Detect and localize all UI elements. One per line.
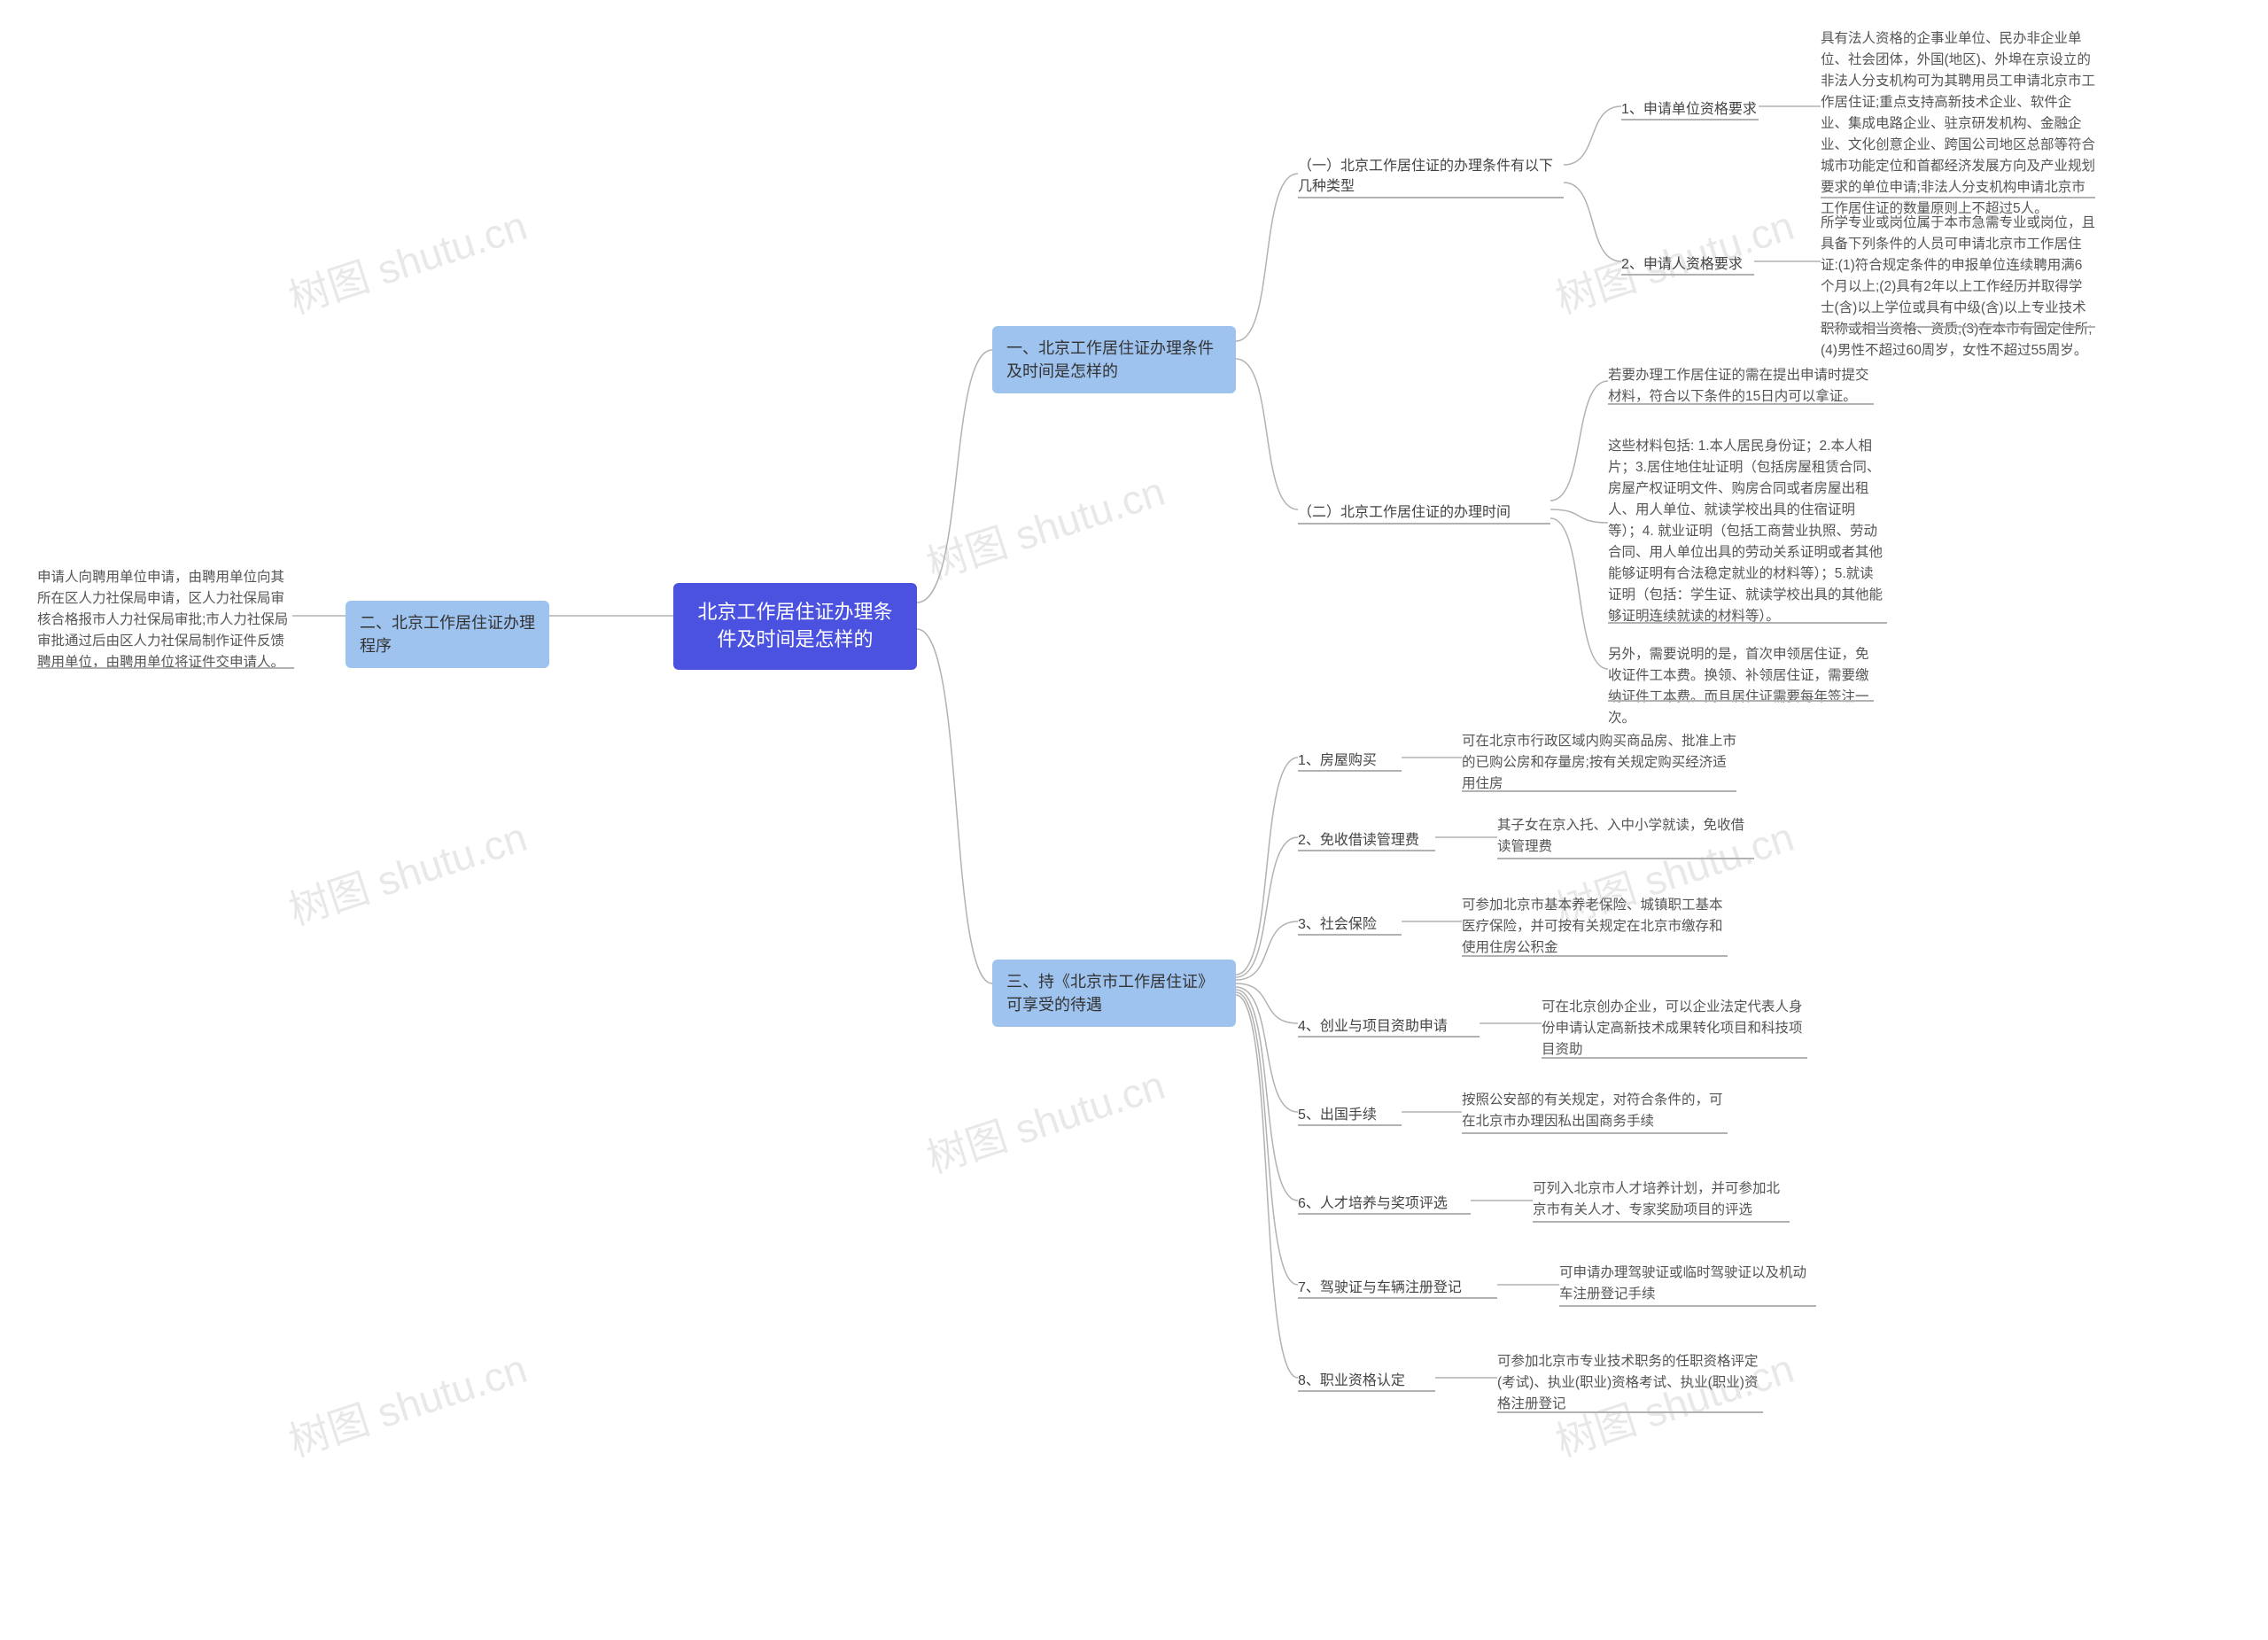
underline bbox=[1298, 1390, 1435, 1392]
underline bbox=[1621, 274, 1754, 276]
section2-node[interactable]: 二、北京工作居住证办理程序 bbox=[346, 601, 549, 668]
underline bbox=[1462, 955, 1728, 957]
watermark: 树图 shutu.cn bbox=[281, 805, 533, 937]
section3-node[interactable]: 三、持《北京市工作居住证》可享受的待遇 bbox=[992, 960, 1236, 1027]
underline bbox=[1559, 1305, 1816, 1307]
s3-i2-detail: 其子女在京入托、入中小学就读，免收借读管理费 bbox=[1497, 813, 1754, 859]
s3-i8-detail: 可参加北京市专业技术职务的任职资格评定(考试)、执业(职业)资格考试、执业(职业… bbox=[1497, 1349, 1763, 1417]
underline bbox=[1542, 1057, 1807, 1059]
underline bbox=[37, 667, 294, 669]
underline bbox=[1462, 1132, 1728, 1134]
s3-i1-detail: 可在北京市行政区域内购买商品房、批准上市的已购公房和存量房;按有关规定购买经济适… bbox=[1462, 729, 1736, 797]
underline bbox=[1298, 523, 1550, 525]
underline bbox=[1298, 197, 1564, 198]
underline bbox=[1298, 1297, 1497, 1299]
underline bbox=[1821, 197, 2095, 198]
s3-i6-detail: 可列入北京市人才培养计划，并可参加北京市有关人才、专家奖励项目的评选 bbox=[1533, 1177, 1790, 1223]
underline bbox=[1533, 1221, 1790, 1223]
root-node[interactable]: 北京工作居住证办理条件及时间是怎样的 bbox=[673, 583, 917, 670]
underline bbox=[1298, 1213, 1471, 1215]
underline bbox=[1298, 850, 1435, 851]
underline bbox=[1462, 790, 1736, 792]
section1-part1[interactable]: （一）北京工作居住证的办理条件有以下几种类型 bbox=[1298, 152, 1564, 200]
underline bbox=[1608, 622, 1887, 624]
section1-node[interactable]: 一、北京工作居住证办理条件及时间是怎样的 bbox=[992, 326, 1236, 393]
underline bbox=[1298, 1036, 1480, 1038]
s1p1-item1-detail: 具有法人资格的企事业单位、民办非企业单位、社会团体，外国(地区)、外埠在京设立的… bbox=[1821, 27, 2095, 222]
underline bbox=[1497, 858, 1754, 859]
s1p1-item2-detail: 所学专业或岗位属于本市急需专业或岗位，且具备下列条件的人员可申请北京市工作居住证… bbox=[1821, 211, 2095, 363]
underline bbox=[1497, 1411, 1763, 1413]
mindmap-canvas: 树图 shutu.cn 树图 shutu.cn 树图 shutu.cn 树图 s… bbox=[0, 0, 2268, 1640]
s3-i4-detail: 可在北京创办企业，可以企业法定代表人身份申请认定高新技术成果转化项目和科技项目资… bbox=[1542, 995, 1807, 1062]
watermark: 树图 shutu.cn bbox=[281, 194, 533, 326]
watermark: 树图 shutu.cn bbox=[919, 1053, 1171, 1185]
underline bbox=[1298, 770, 1402, 772]
underline bbox=[1821, 326, 2095, 328]
s1p2-detail2: 这些材料包括: 1.本人居民身份证；2.本人相片；3.居住地住址证明（包括房屋租… bbox=[1608, 434, 1883, 629]
s3-i3-detail: 可参加北京市基本养老保险、城镇职工基本医疗保险，并可按有关规定在北京市缴存和使用… bbox=[1462, 893, 1728, 960]
underline bbox=[1298, 934, 1402, 936]
s3-i5-detail: 按照公安部的有关规定，对符合条件的，可在北京市办理因私出国商务手续 bbox=[1462, 1088, 1728, 1134]
underline bbox=[1608, 700, 1874, 702]
watermark: 树图 shutu.cn bbox=[281, 1337, 533, 1469]
watermark: 树图 shutu.cn bbox=[919, 460, 1171, 592]
s1p2-detail3: 另外，需要说明的是，首次申领居住证，免收证件工本费。换领、补领居住证，需要缴纳证… bbox=[1608, 642, 1874, 731]
underline bbox=[1621, 119, 1759, 120]
section2-detail: 申请人向聘用单位申请，由聘用单位向其所在区人力社保局申请，区人力社保局审核合格报… bbox=[37, 565, 294, 675]
underline bbox=[1298, 1124, 1402, 1126]
underline bbox=[1608, 403, 1874, 405]
s3-i7-detail: 可申请办理驾驶证或临时驾驶证以及机动车注册登记手续 bbox=[1559, 1261, 1816, 1307]
